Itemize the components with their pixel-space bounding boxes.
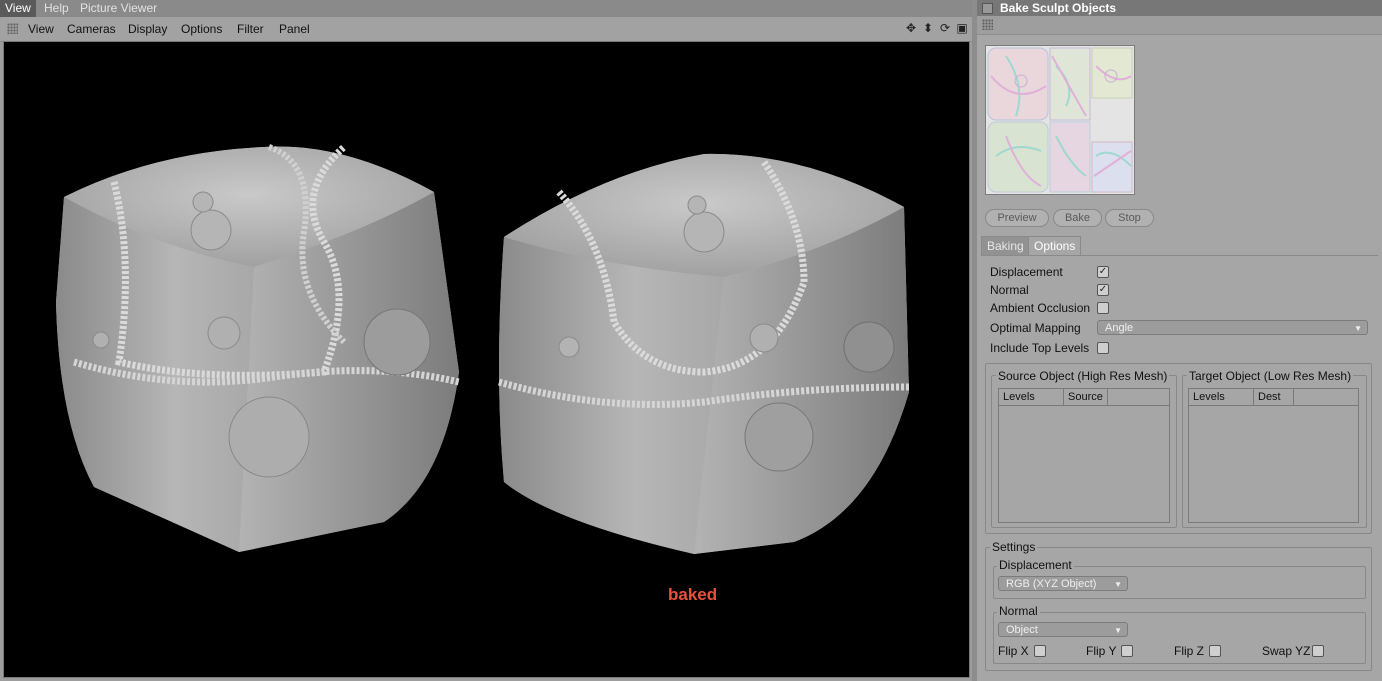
flip-y-checkbox[interactable] xyxy=(1121,645,1133,657)
baked-label: baked xyxy=(668,585,718,604)
panel-grip-icon[interactable] xyxy=(982,19,993,30)
grip-handle-icon[interactable] xyxy=(7,23,18,34)
viewport-render xyxy=(56,144,910,555)
ambient-occlusion-checkbox[interactable] xyxy=(1097,302,1109,314)
menu-view[interactable]: View xyxy=(28,22,54,36)
target-object-list[interactable]: Levels Dest xyxy=(1188,388,1359,523)
settings-title: Settings xyxy=(990,540,1038,554)
swap-yz-label: Swap YZ xyxy=(1262,644,1311,658)
toggle-layout-icon[interactable]: ▣ xyxy=(955,21,969,35)
menu-panel[interactable]: Panel xyxy=(279,22,310,36)
source-col-levels[interactable]: Levels xyxy=(999,389,1064,406)
rotate-view-icon[interactable]: ⟳ xyxy=(938,21,952,35)
normal-mode-value: Object xyxy=(1006,624,1038,636)
displacement-settings-title: Displacement xyxy=(997,558,1074,572)
source-object-title: Source Object (High Res Mesh) xyxy=(996,369,1170,383)
normal-label: Normal xyxy=(990,283,1029,297)
bake-button[interactable]: Bake xyxy=(1053,209,1102,227)
stop-button[interactable]: Stop xyxy=(1105,209,1154,227)
flip-z-label: Flip Z xyxy=(1174,644,1204,658)
swap-yz-checkbox[interactable] xyxy=(1312,645,1324,657)
optimal-mapping-select[interactable]: Angle ▼ xyxy=(1097,320,1368,335)
top-tab-bar: View Help Picture Viewer xyxy=(0,0,972,17)
panel-subbar xyxy=(977,16,1382,35)
tab-view[interactable]: View xyxy=(0,0,36,17)
target-object-title: Target Object (Low Res Mesh) xyxy=(1187,369,1354,383)
ambient-occlusion-label: Ambient Occlusion xyxy=(990,301,1091,315)
displacement-checkbox[interactable]: ✓ xyxy=(1097,266,1109,278)
target-col-levels[interactable]: Levels xyxy=(1189,389,1254,406)
panel-title: Bake Sculpt Objects xyxy=(1000,1,1117,15)
tab-options[interactable]: Options xyxy=(1028,236,1082,256)
panel-checkbox-icon[interactable] xyxy=(982,3,993,14)
target-col-empty xyxy=(1294,389,1358,406)
cube-high-res xyxy=(56,144,460,552)
source-col-source[interactable]: Source xyxy=(1064,389,1108,406)
cube-baked xyxy=(498,153,910,555)
zoom-view-icon[interactable]: ⬍ xyxy=(921,21,935,35)
chevron-down-icon: ▼ xyxy=(1354,324,1362,333)
displacement-mode-value: RGB (XYZ Object) xyxy=(1006,578,1097,590)
move-view-icon[interactable]: ✥ xyxy=(904,21,918,35)
displacement-label: Displacement xyxy=(990,265,1063,279)
source-object-list[interactable]: Levels Source xyxy=(998,388,1170,523)
flip-y-label: Flip Y xyxy=(1086,644,1117,658)
displacement-mode-select[interactable]: RGB (XYZ Object) ▼ xyxy=(998,576,1128,591)
menu-display[interactable]: Display xyxy=(128,22,167,36)
preview-button[interactable]: Preview xyxy=(985,209,1049,227)
optimal-mapping-value: Angle xyxy=(1105,322,1134,334)
menu-cameras[interactable]: Cameras xyxy=(67,22,116,36)
3d-viewport[interactable]: baked xyxy=(3,41,970,678)
menu-filter[interactable]: Filter xyxy=(237,22,264,36)
optimal-mapping-label: Optimal Mapping xyxy=(990,321,1081,335)
source-col-empty xyxy=(1108,389,1169,406)
flip-x-checkbox[interactable] xyxy=(1034,645,1046,657)
normal-checkbox[interactable]: ✓ xyxy=(1097,284,1109,296)
menu-options[interactable]: Options xyxy=(181,22,222,36)
tab-separator xyxy=(981,255,1378,256)
chevron-down-icon: ▼ xyxy=(1114,580,1122,589)
viewport-menu-bar: View Cameras Display Options Filter Pane… xyxy=(0,17,972,42)
tab-baking[interactable]: Baking xyxy=(981,236,1030,256)
include-top-levels-label: Include Top Levels xyxy=(990,341,1090,355)
normal-mode-select[interactable]: Object ▼ xyxy=(998,622,1128,637)
texture-preview xyxy=(985,45,1135,195)
include-top-levels-checkbox[interactable] xyxy=(1097,342,1109,354)
panel-title-bar: Bake Sculpt Objects xyxy=(977,0,1382,16)
normal-settings-title: Normal xyxy=(997,604,1040,618)
target-col-dest[interactable]: Dest xyxy=(1254,389,1294,406)
flip-x-label: Flip X xyxy=(998,644,1029,658)
tab-picture-viewer[interactable]: Picture Viewer xyxy=(75,0,162,17)
tab-help[interactable]: Help xyxy=(39,0,74,17)
chevron-down-icon: ▼ xyxy=(1114,626,1122,635)
flip-z-checkbox[interactable] xyxy=(1209,645,1221,657)
